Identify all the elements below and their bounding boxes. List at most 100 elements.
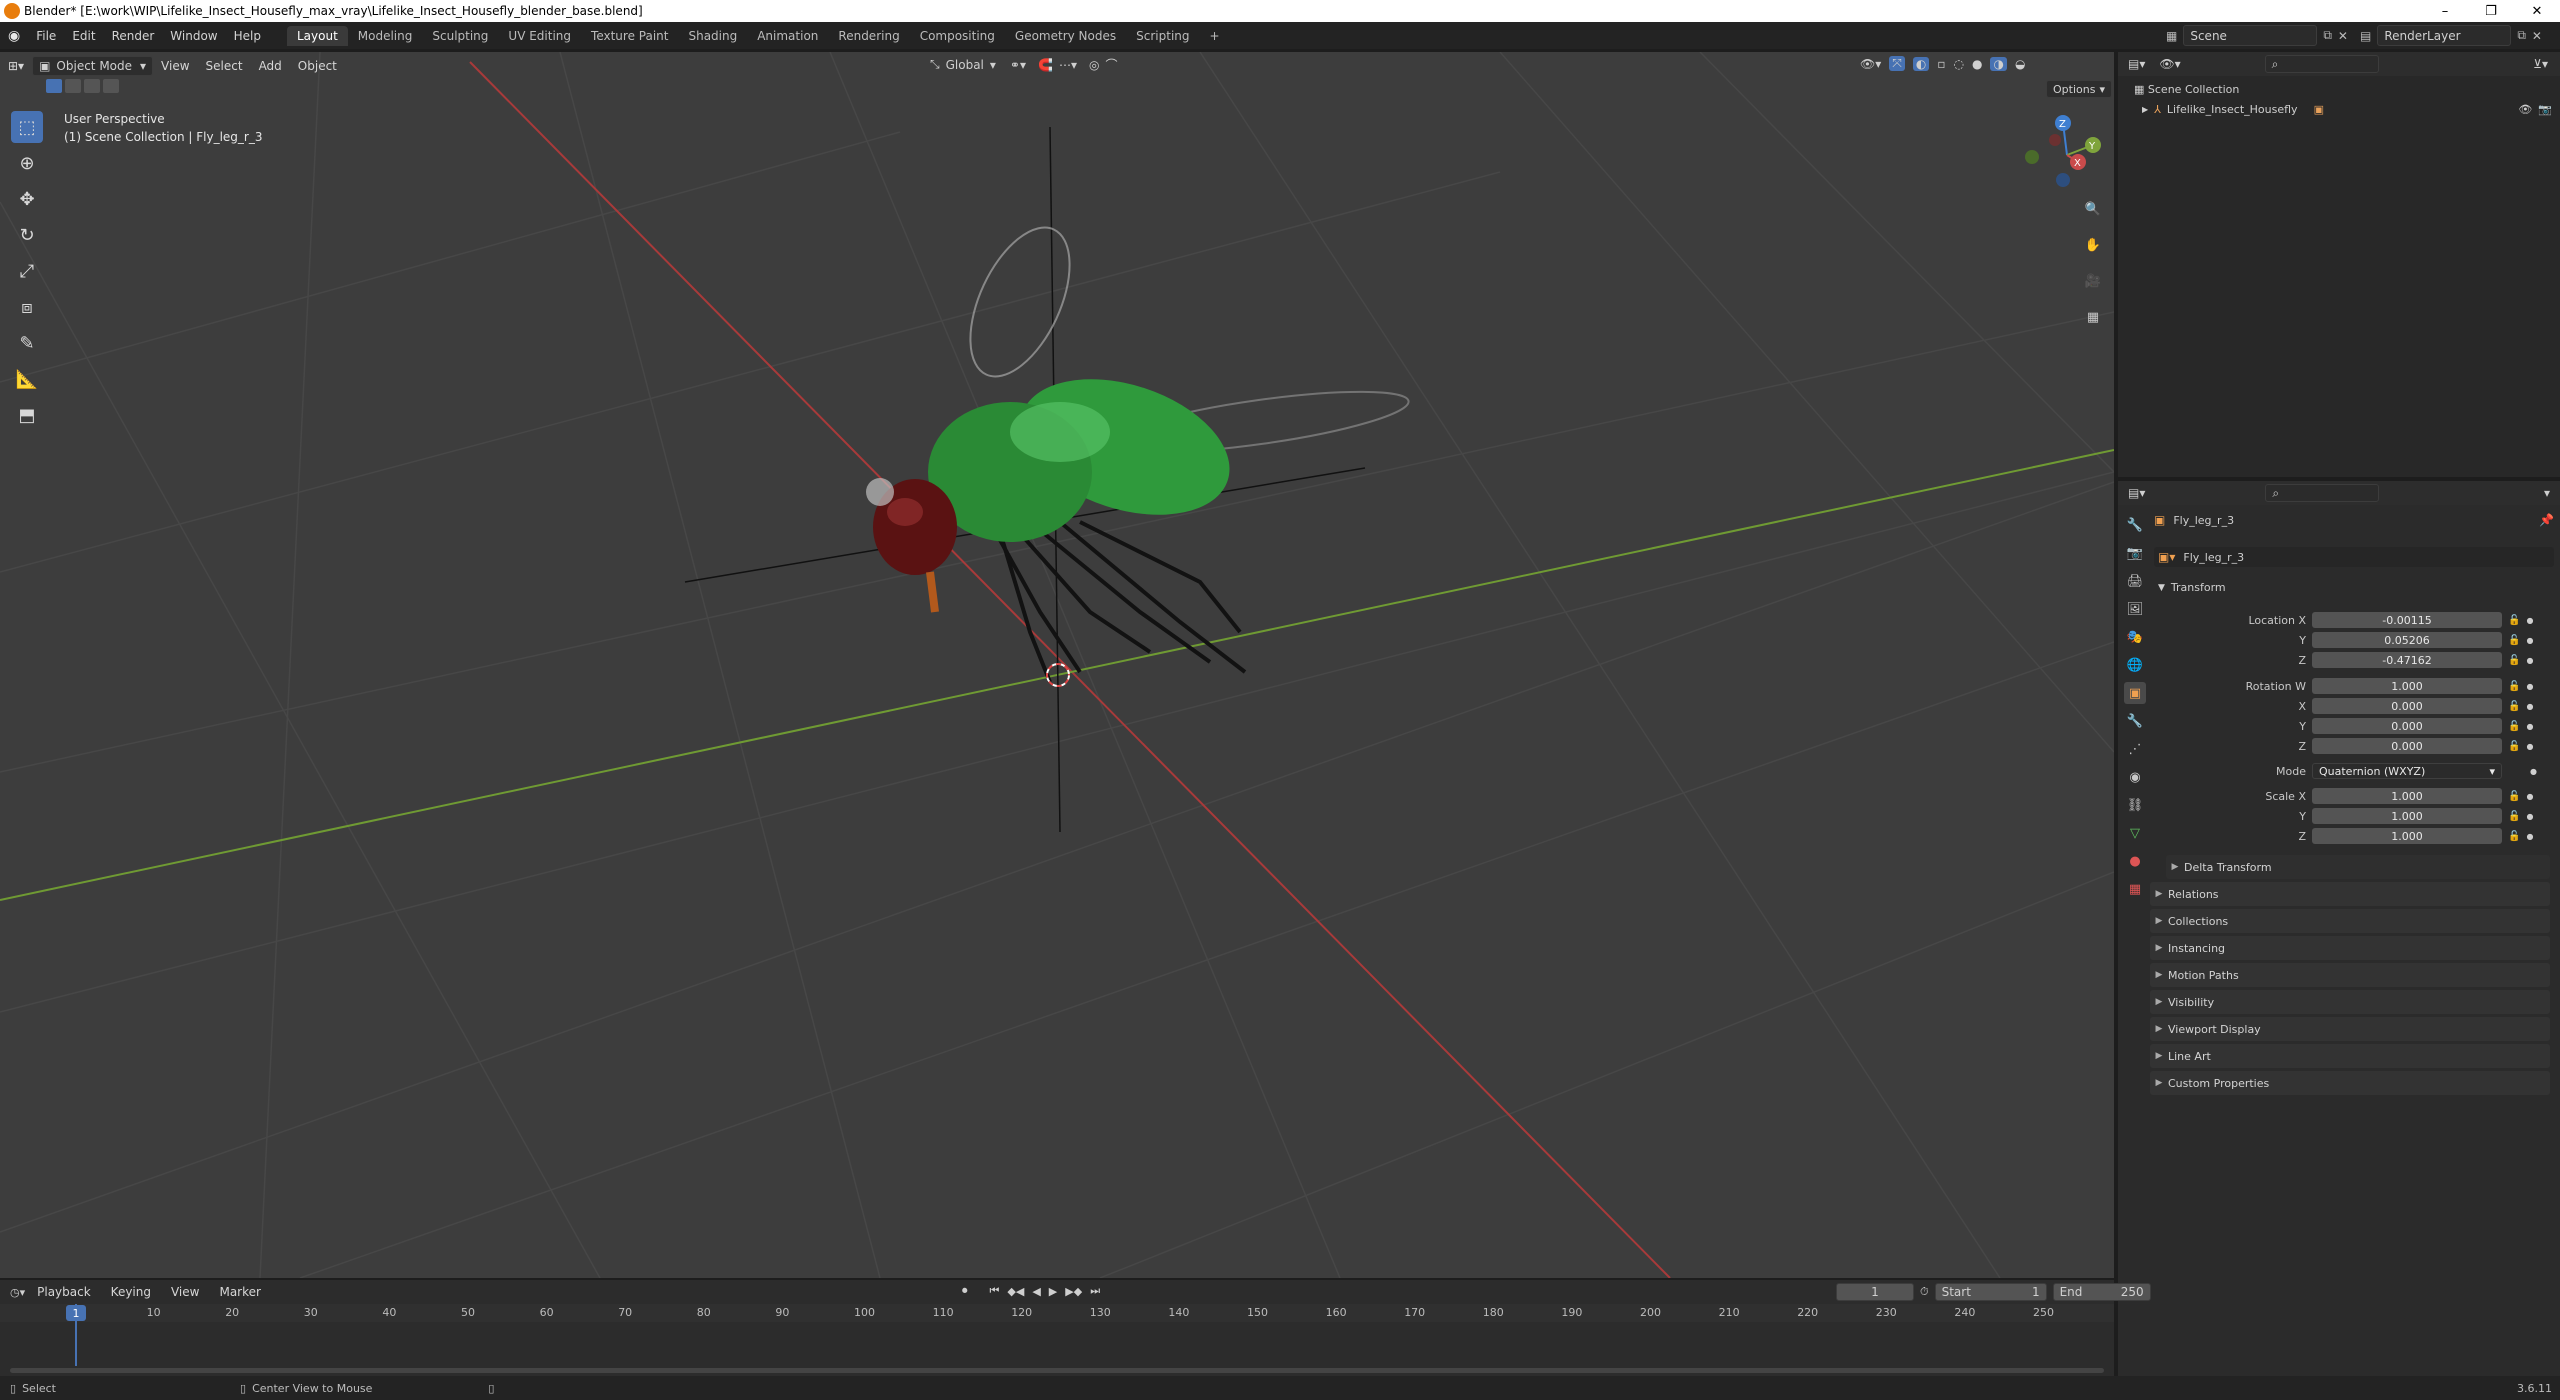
collections-panel[interactable]: ▶ Collections: [2150, 909, 2550, 933]
zoom-icon[interactable]: 🔍: [2082, 198, 2104, 220]
lock-icon[interactable]: 🔓: [2508, 701, 2520, 712]
custom-properties-panel[interactable]: ▶ Custom Properties: [2150, 1071, 2550, 1095]
lock-icon[interactable]: 🔓: [2508, 741, 2520, 752]
timeline-scrollbar[interactable]: [10, 1368, 2104, 1373]
tab-shading[interactable]: Shading: [678, 26, 747, 46]
delete-renderlayer-icon[interactable]: ✕: [2532, 29, 2542, 43]
location-y-field[interactable]: 0.05206: [2312, 632, 2502, 648]
keyframe-dot-icon[interactable]: ●: [2526, 812, 2533, 821]
rotation-y-field[interactable]: 0.000: [2312, 718, 2502, 734]
overlay-toggle-icon[interactable]: ◐: [1912, 56, 1930, 71]
scene-selector[interactable]: Scene: [2183, 25, 2318, 46]
keyframe-dot-icon[interactable]: ●: [2526, 636, 2533, 645]
rendered-shading-icon[interactable]: ◒: [2015, 57, 2025, 71]
scale-y-field[interactable]: 1.000: [2312, 808, 2502, 824]
lock-icon[interactable]: 🔓: [2508, 655, 2520, 666]
constraints-icon[interactable]: ⛓: [2124, 794, 2146, 816]
end-frame-field[interactable]: End 250: [2052, 1283, 2151, 1301]
record-icon[interactable]: ⏺: [962, 1284, 968, 1298]
snap-icon[interactable]: 🧲: [1038, 58, 1053, 72]
add-cube-tool[interactable]: ⬒: [11, 399, 43, 431]
tool-settings-icon[interactable]: 🔧: [2124, 514, 2146, 536]
viewport-menu-select[interactable]: Select: [198, 59, 251, 73]
housefly-model[interactable]: [866, 213, 1412, 683]
menu-edit[interactable]: Edit: [64, 29, 103, 43]
render-camera-icon[interactable]: 📷: [2538, 100, 2552, 120]
material-shading-icon[interactable]: ◑: [1990, 56, 2007, 71]
properties-search-input[interactable]: ⌕: [2265, 484, 2380, 502]
measure-tool[interactable]: 📐: [11, 363, 43, 395]
tab-texture-paint[interactable]: Texture Paint: [581, 26, 678, 46]
cursor-tool[interactable]: ⊕: [11, 147, 43, 179]
jump-keyframe-forward-icon[interactable]: ▶◆: [1065, 1285, 1082, 1298]
pin-icon[interactable]: 📌: [2539, 513, 2554, 527]
tab-geometry-nodes[interactable]: Geometry Nodes: [1005, 26, 1126, 46]
pivot-icon[interactable]: ⚭▾: [1010, 58, 1026, 72]
wireframe-shading-icon[interactable]: ◌: [1954, 57, 1964, 71]
jump-keyframe-back-icon[interactable]: ◆◀: [1007, 1285, 1024, 1298]
lock-icon[interactable]: 🔓: [2508, 681, 2520, 692]
select-box-tool[interactable]: ⬚: [11, 111, 43, 143]
mode-selector[interactable]: ▣ Object Mode ▾: [32, 56, 154, 76]
expand-arrow-icon[interactable]: ▶: [2142, 100, 2148, 120]
maximize-button[interactable]: ❐: [2468, 0, 2514, 22]
location-x-field[interactable]: -0.00115: [2312, 612, 2502, 628]
properties-editor-icon[interactable]: ▤▾: [2128, 486, 2145, 500]
play-icon[interactable]: ▶: [1049, 1285, 1057, 1298]
snap-target-icon[interactable]: ⋯▾: [1059, 58, 1077, 72]
outliner-search-input[interactable]: ⌕: [2264, 55, 2379, 73]
menu-render[interactable]: Render: [104, 29, 163, 43]
transform-panel-header[interactable]: ▼ Transform: [2158, 581, 2558, 594]
minimize-button[interactable]: –: [2422, 0, 2468, 22]
play-reverse-icon[interactable]: ◀: [1032, 1285, 1040, 1298]
new-scene-icon[interactable]: ⧉: [2323, 28, 2332, 43]
relations-panel[interactable]: ▶ Relations: [2150, 882, 2550, 906]
new-renderlayer-icon[interactable]: ⧉: [2517, 28, 2526, 43]
scene-collection-row[interactable]: ▦ Scene Collection: [2134, 80, 2560, 100]
select-extend-icon[interactable]: [65, 79, 81, 93]
viewport-menu-object[interactable]: Object: [290, 59, 345, 73]
outliner-editor-icon[interactable]: ▤▾: [2128, 57, 2145, 71]
keyframe-dot-icon[interactable]: ●: [2526, 616, 2533, 625]
delete-scene-icon[interactable]: ✕: [2338, 29, 2348, 43]
material-icon[interactable]: ●: [2124, 850, 2146, 872]
tab-rendering[interactable]: Rendering: [828, 26, 909, 46]
stopwatch-icon[interactable]: ⏱: [1920, 1285, 1929, 1299]
modifier-properties-icon[interactable]: 🔧: [2124, 710, 2146, 732]
keyframe-dot-icon[interactable]: ●: [2526, 792, 2533, 801]
frame-ruler[interactable]: 10 20 30 40 50 60 70 80 90 100 110 120 130 140 150 160 1…: [0, 1304, 2114, 1322]
jump-end-icon[interactable]: ⏭: [1090, 1284, 1100, 1298]
pan-hand-icon[interactable]: ✋: [2082, 234, 2104, 256]
timeline-editor-icon[interactable]: ◷▾: [10, 1286, 25, 1299]
filter-icon[interactable]: ⊻▾: [2533, 57, 2548, 71]
outliner-item[interactable]: ▶ ⅄ Lifelike_Insect_Housefly ▣ 👁 📷: [2134, 100, 2560, 120]
line-art-panel[interactable]: ▶ Line Art: [2150, 1044, 2550, 1068]
location-z-field[interactable]: -0.47162: [2312, 652, 2502, 668]
keyframe-dot-icon[interactable]: ●: [2526, 722, 2533, 731]
object-type-icon[interactable]: ▣▾: [2158, 550, 2175, 564]
scene-properties-icon[interactable]: 🎭: [2124, 626, 2146, 648]
editor-type-icon[interactable]: ⊞▾: [0, 59, 32, 73]
output-properties-icon[interactable]: 🖨: [2124, 570, 2146, 592]
timeline-menu-marker[interactable]: Marker: [211, 1285, 268, 1299]
blender-menu-icon[interactable]: ◉: [0, 28, 28, 44]
lock-icon[interactable]: 🔓: [2508, 831, 2520, 842]
viewport-display-panel[interactable]: ▶ Viewport Display: [2150, 1017, 2550, 1041]
keyframe-dot-icon[interactable]: ●: [2526, 682, 2533, 691]
tab-layout[interactable]: Layout: [286, 25, 348, 46]
orthographic-grid-icon[interactable]: ▦: [2082, 306, 2104, 328]
annotate-tool[interactable]: ✎: [11, 327, 43, 359]
motion-paths-panel[interactable]: ▶ Motion Paths: [2150, 963, 2550, 987]
timeline-editor[interactable]: ◷▾ Playback Keying View Marker ⏺ ⏮ ◆◀ ◀ …: [0, 1280, 2151, 1376]
keyframe-dot-icon[interactable]: ●: [2526, 656, 2533, 665]
transform-tool[interactable]: ⧈: [11, 291, 43, 323]
proportional-edit-icon[interactable]: ◎: [1089, 58, 1099, 72]
menu-file[interactable]: File: [28, 29, 64, 43]
3d-viewport[interactable]: Z Y X: [0, 52, 2114, 1278]
datablock-name-field[interactable]: Fly_leg_r_3: [2183, 551, 2244, 564]
jump-start-icon[interactable]: ⏮: [990, 1284, 1000, 1298]
lock-icon[interactable]: 🔓: [2508, 635, 2520, 646]
keyframe-dot-icon[interactable]: ●: [2526, 702, 2533, 711]
scale-tool[interactable]: ⤢: [11, 255, 43, 287]
object-properties-icon[interactable]: ▣: [2124, 682, 2146, 704]
